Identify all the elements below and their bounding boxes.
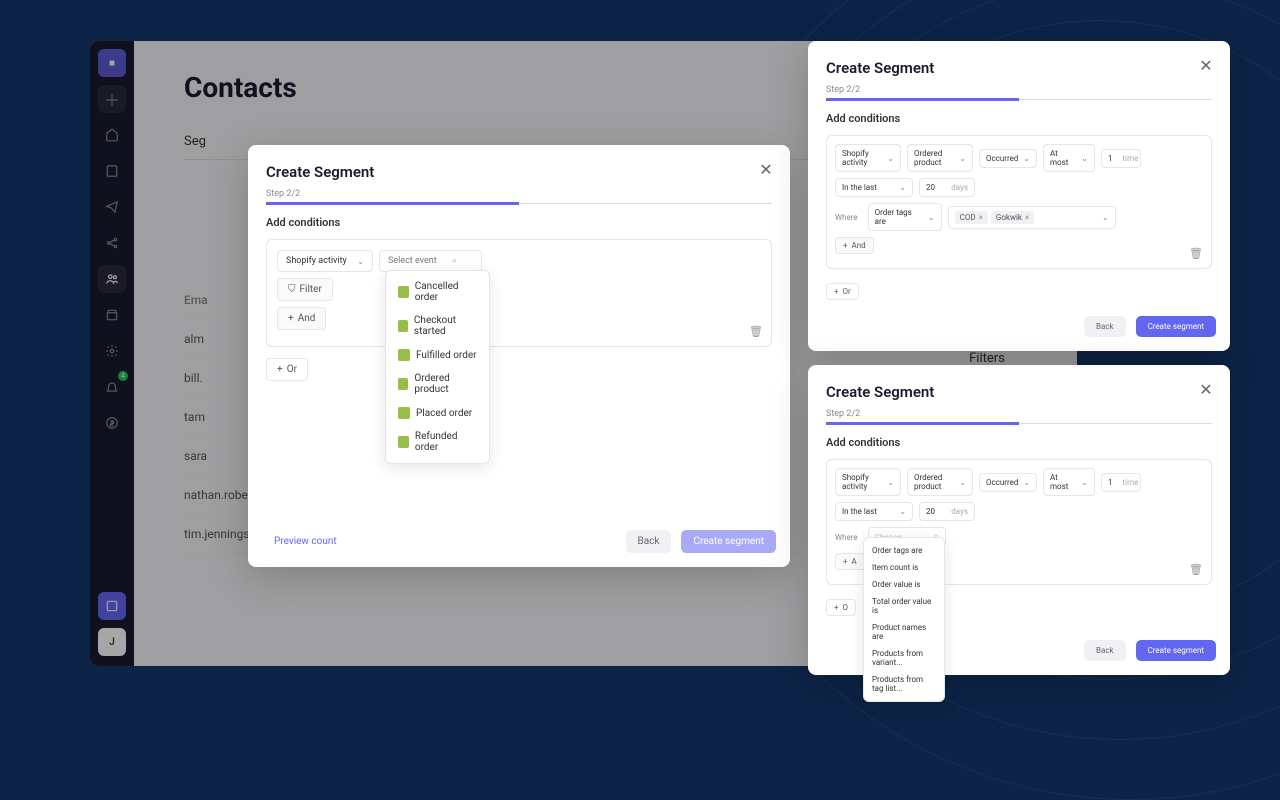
- event-input[interactable]: [388, 256, 448, 266]
- step-indicator: Step 2/2: [826, 409, 1212, 419]
- search-icon: ⌕: [452, 256, 457, 266]
- add-and-button[interactable]: +And: [277, 307, 326, 330]
- activity-select[interactable]: Shopify activity⌄: [835, 144, 901, 172]
- create-segment-modal: Create Segment ✕ Step 2/2 Add conditions…: [248, 145, 790, 567]
- modal-title: Create Segment: [266, 163, 772, 181]
- event-option[interactable]: Refunded order: [386, 425, 489, 459]
- remove-tag-icon[interactable]: ×: [1025, 213, 1029, 222]
- days-input[interactable]: 20days: [919, 502, 975, 521]
- activity-select[interactable]: Shopify activity⌄: [277, 250, 373, 272]
- step-indicator: Step 2/2: [266, 189, 772, 199]
- inlast-select[interactable]: In the last⌄: [835, 178, 913, 197]
- event-option[interactable]: Placed order: [386, 401, 489, 425]
- event-select[interactable]: Ordered product⌄: [907, 144, 973, 172]
- add-and-button[interactable]: +And: [835, 237, 874, 254]
- progress-bar: [826, 99, 1212, 100]
- activity-select[interactable]: Shopify activity⌄: [835, 468, 901, 496]
- remove-tag-icon[interactable]: ×: [979, 213, 983, 222]
- add-or-button[interactable]: +Or: [266, 358, 308, 381]
- days-input[interactable]: 20days: [919, 178, 975, 197]
- plus-icon: +: [834, 603, 839, 612]
- condition-group: Shopify activity⌄ Ordered product⌄ Occur…: [826, 135, 1212, 269]
- section-heading: Add conditions: [826, 436, 1212, 449]
- modal-title: Create Segment: [826, 59, 1212, 77]
- filter-icon: ⛉: [288, 284, 296, 295]
- add-or-button[interactable]: +O: [826, 599, 856, 616]
- create-segment-button[interactable]: Create segment: [1136, 316, 1216, 337]
- shopify-icon: [398, 349, 410, 361]
- event-select[interactable]: ⌕: [379, 250, 482, 272]
- progress-bar: [826, 423, 1212, 424]
- create-segment-button[interactable]: Create segment: [1136, 640, 1216, 661]
- plus-icon: +: [843, 557, 848, 566]
- close-icon[interactable]: ✕: [1196, 55, 1216, 75]
- plus-icon: +: [843, 241, 848, 250]
- qty-input[interactable]: 1time: [1101, 149, 1141, 168]
- section-heading: Add conditions: [826, 112, 1212, 125]
- add-or-button[interactable]: +Or: [826, 283, 859, 300]
- shopify-icon: [398, 407, 410, 419]
- where-option[interactable]: Order value is: [864, 576, 944, 593]
- atmost-select[interactable]: At most⌄: [1043, 144, 1095, 172]
- create-segment-modal-tags: Create Segment ✕ Step 2/2 Add conditions…: [808, 41, 1230, 351]
- where-option[interactable]: Total order value is: [864, 593, 944, 619]
- step-indicator: Step 2/2: [826, 85, 1212, 95]
- where-dropdown: Order tags are Item count is Order value…: [863, 537, 945, 702]
- plus-icon: +: [834, 287, 839, 296]
- inlast-select[interactable]: In the last⌄: [835, 502, 913, 521]
- where-option[interactable]: Order tags are: [864, 542, 944, 559]
- preview-count-button[interactable]: Preview count: [262, 530, 349, 553]
- event-option[interactable]: Ordered product: [386, 367, 489, 401]
- section-heading: Add conditions: [266, 216, 772, 229]
- event-option[interactable]: Fulfilled order: [386, 343, 489, 367]
- add-and-button[interactable]: +A: [835, 553, 865, 570]
- trash-icon[interactable]: 🗑: [1189, 563, 1203, 576]
- filter-button[interactable]: ⛉Filter: [277, 278, 333, 301]
- event-option[interactable]: Checkout started: [386, 309, 489, 343]
- tags-input[interactable]: COD× Gokwik× ⌄: [948, 206, 1116, 229]
- where-label: Where: [835, 213, 858, 222]
- progress-bar: [266, 203, 772, 204]
- condition-group: Shopify activity⌄ ⌕ ⛉Filter +And 🗑 Cance…: [266, 239, 772, 347]
- modal-title: Create Segment: [826, 383, 1212, 401]
- where-option[interactable]: Product names are: [864, 619, 944, 645]
- tag-pill[interactable]: COD×: [955, 211, 988, 224]
- where-option[interactable]: Products from tag list...: [864, 671, 944, 697]
- where-option[interactable]: Item count is: [864, 559, 944, 576]
- event-option[interactable]: Cancelled order: [386, 275, 489, 309]
- occurred-select[interactable]: Occurred⌄: [979, 149, 1037, 168]
- shopify-icon: [398, 320, 408, 332]
- qty-input[interactable]: 1time: [1101, 473, 1141, 492]
- condition-group: Shopify activity⌄ Ordered product⌄ Occur…: [826, 459, 1212, 585]
- back-button[interactable]: Back: [626, 530, 672, 553]
- trash-icon[interactable]: 🗑: [749, 325, 763, 338]
- shopify-icon: [398, 286, 409, 298]
- back-button[interactable]: Back: [1084, 316, 1126, 337]
- create-segment-button[interactable]: Create segment: [681, 530, 776, 553]
- create-segment-modal-where: Create Segment ✕ Step 2/2 Add conditions…: [808, 365, 1230, 675]
- where-option[interactable]: Products from variant...: [864, 645, 944, 671]
- shopify-icon: [398, 378, 408, 390]
- atmost-select[interactable]: At most⌄: [1043, 468, 1095, 496]
- close-icon[interactable]: ✕: [756, 159, 776, 179]
- trash-icon[interactable]: 🗑: [1189, 247, 1203, 260]
- event-dropdown: Cancelled order Checkout started Fulfill…: [385, 270, 490, 464]
- plus-icon: +: [288, 313, 294, 324]
- close-icon[interactable]: ✕: [1196, 379, 1216, 399]
- occurred-select[interactable]: Occurred⌄: [979, 473, 1037, 492]
- event-select[interactable]: Ordered product⌄: [907, 468, 973, 496]
- tag-pill[interactable]: Gokwik×: [991, 211, 1034, 224]
- where-label: Where: [835, 533, 858, 542]
- shopify-icon: [398, 436, 409, 448]
- where-field-select[interactable]: Order tags are⌄: [868, 203, 942, 231]
- back-button[interactable]: Back: [1084, 640, 1126, 661]
- plus-icon: +: [277, 364, 283, 375]
